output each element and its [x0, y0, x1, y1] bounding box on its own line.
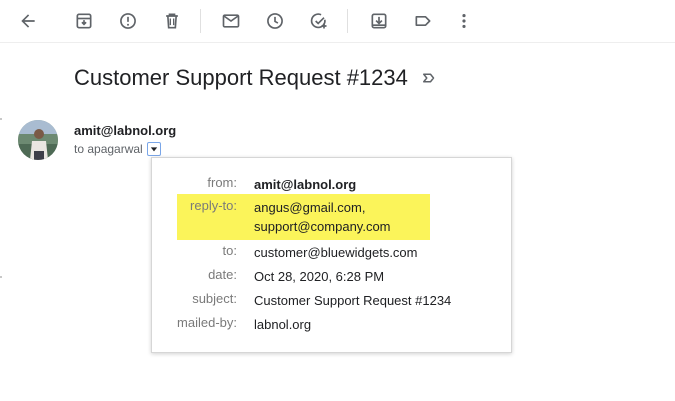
edge-mark: [0, 276, 2, 278]
toolbar: [0, 0, 675, 43]
show-details-button[interactable]: [146, 142, 161, 156]
more-options-button[interactable]: [447, 4, 481, 38]
snooze-button[interactable]: [258, 4, 292, 38]
subject-label: subject:: [192, 291, 237, 306]
reply-to-value-1: angus@gmail.com,: [254, 200, 366, 215]
date-value: Oct 28, 2020, 6:28 PM: [254, 269, 385, 284]
subject-row: Customer Support Request #1234: [74, 58, 438, 98]
mailed-by-value: labnol.org: [254, 317, 312, 332]
edge-mark: [0, 118, 2, 120]
move-to-icon: [371, 13, 387, 29]
date-label: date:: [208, 267, 237, 282]
report-spam-icon: [120, 13, 136, 29]
recipient-line: to apagarwal: [74, 142, 161, 156]
from-value: amit@labnol.org: [254, 177, 357, 192]
mark-unread-button[interactable]: [214, 4, 248, 38]
message-details-popup: from: amit@labnol.org reply-to: angus@gm…: [151, 157, 512, 353]
caret-down-icon: [150, 147, 157, 152]
label-icon: [415, 16, 431, 26]
move-to-button[interactable]: [362, 4, 396, 38]
add-to-tasks-icon: [310, 13, 327, 29]
reply-to-label: reply-to:: [190, 198, 237, 213]
toolbar-divider: [347, 9, 348, 33]
snooze-icon: [267, 13, 283, 29]
sender-email: amit@labnol.org: [74, 123, 177, 138]
mailed-by-label: mailed-by:: [177, 315, 237, 330]
subject-value: Customer Support Request #1234: [254, 293, 452, 308]
important-marker-icon[interactable]: [420, 69, 438, 87]
delete-button[interactable]: [155, 4, 189, 38]
mark-unread-icon: [222, 14, 240, 28]
delete-icon: [166, 13, 178, 29]
archive-icon: [76, 13, 92, 29]
recipient-text: to apagarwal: [74, 142, 143, 156]
email-subject: Customer Support Request #1234: [74, 65, 408, 90]
report-spam-button[interactable]: [111, 4, 145, 38]
to-value: customer@bluewidgets.com: [254, 245, 418, 260]
archive-button[interactable]: [67, 4, 101, 38]
reply-to-value-2: support@company.com: [254, 219, 391, 234]
person-photo-icon: [18, 120, 58, 160]
to-label: to:: [222, 243, 237, 258]
sender-avatar[interactable]: [18, 120, 58, 160]
more-options-icon: [462, 14, 466, 28]
back-arrow-icon: [21, 14, 35, 28]
toolbar-divider: [200, 9, 201, 33]
label-button[interactable]: [406, 4, 440, 38]
back-button[interactable]: [11, 4, 45, 38]
add-to-tasks-button[interactable]: [302, 4, 336, 38]
from-label: from:: [207, 175, 237, 190]
